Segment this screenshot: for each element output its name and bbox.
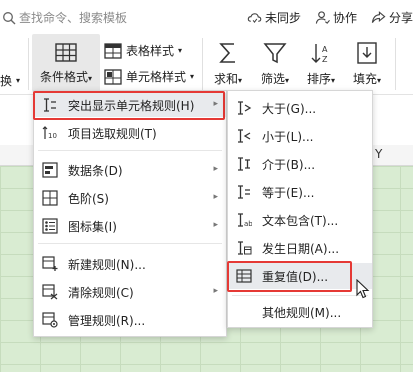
- filter-label: 筛选: [260, 72, 285, 86]
- chevron-right-icon: ▸: [213, 220, 218, 230]
- table-style-label: 表格样式: [126, 44, 175, 58]
- menu-item-new-rule[interactable]: 新建规则(N)...: [34, 252, 226, 276]
- svg-text:10: 10: [48, 132, 57, 140]
- sync-label: 未同步: [264, 11, 301, 25]
- menu-item-icon-sets[interactable]: 图标集(I) ▸: [34, 214, 226, 238]
- svg-text:Z: Z: [322, 55, 328, 64]
- top-bar: 查找命令、搜索模板 未同步 协作 分享: [0, 0, 413, 34]
- search-placeholder: 查找命令、搜索模板: [19, 11, 128, 25]
- fill-label: 填充: [352, 72, 377, 86]
- submenu-item-equal-to[interactable]: 等于(E)...: [228, 180, 372, 204]
- sync-button[interactable]: 未同步: [247, 9, 301, 26]
- ribbon-toolbar: 换 ▾ 条件格式▾ 表格样式 ▾ 单元格样式 ▾ 求和▾ 筛选▾ A Z 排序▾…: [0, 34, 413, 95]
- ribbon-divider: [202, 38, 203, 90]
- sum-button[interactable]: 求和▾: [208, 40, 248, 87]
- manage-rules-icon: [42, 312, 58, 328]
- table-grid-icon: [55, 43, 77, 62]
- conditional-format-label: 条件格式: [39, 70, 88, 84]
- cell-style-icon: [104, 68, 122, 85]
- ribbon-divider: [28, 38, 29, 90]
- cell-style-button[interactable]: 单元格样式 ▾: [104, 68, 194, 85]
- column-header-y[interactable]: Y: [375, 147, 382, 161]
- user-collab-icon: [315, 11, 330, 24]
- sort-button[interactable]: A Z 排序▾: [300, 40, 342, 87]
- between-icon: [238, 157, 250, 171]
- equal-to-icon: [238, 185, 250, 199]
- greater-than-icon: [238, 101, 252, 115]
- menu-item-top-bottom-rules[interactable]: 10 项目选取规则(T): [34, 121, 226, 145]
- icon-sets-icon: [42, 218, 58, 234]
- sort-az-icon: A Z: [311, 44, 328, 64]
- filter-button[interactable]: 筛选▾: [254, 40, 296, 87]
- mouse-pointer-icon: [356, 279, 370, 299]
- sigma-icon: [219, 43, 235, 63]
- menu-item-color-scales[interactable]: 色阶(S) ▸: [34, 186, 226, 210]
- ribbon-divider: [395, 38, 396, 90]
- data-bars-icon: [42, 162, 58, 178]
- less-than-icon: [238, 129, 251, 143]
- date-occurring-icon: [238, 241, 252, 255]
- share-icon: [371, 11, 386, 23]
- submenu-item-date-occurring[interactable]: 发生日期(A)...: [228, 236, 372, 260]
- text-contains-icon: ab: [238, 213, 252, 228]
- conditional-format-menu: 突出显示单元格规则(H) ▸ 10 项目选取规则(T) 数据条(D) ▸ 色阶(…: [33, 90, 227, 337]
- sum-label: 求和: [213, 72, 238, 86]
- ribbon-cut-label: 换 ▾: [0, 74, 21, 88]
- collab-label: 协作: [332, 11, 357, 25]
- submenu-item-less-than[interactable]: 小于(L)...: [228, 124, 372, 148]
- share-button[interactable]: 分享: [371, 9, 413, 26]
- cell-style-label: 单元格样式: [126, 70, 187, 84]
- menu-item-manage-rules[interactable]: 管理规则(R)...: [34, 308, 226, 332]
- search-icon: [3, 11, 16, 24]
- table-style-button[interactable]: 表格样式 ▾: [104, 42, 182, 59]
- menu-item-clear-rules[interactable]: 清除规则(C) ▸: [34, 280, 226, 304]
- submenu-item-text-contains[interactable]: ab 文本包含(T)...: [228, 208, 372, 232]
- cloud-sync-icon: [247, 13, 262, 24]
- submenu-item-between[interactable]: 介于(B)...: [228, 152, 372, 176]
- collab-button[interactable]: 协作: [315, 9, 357, 26]
- sort-label: 排序: [306, 72, 331, 86]
- chevron-right-icon: ▸: [213, 286, 218, 296]
- chevron-right-icon: ▸: [213, 192, 218, 202]
- duplicate-values-icon: [236, 269, 252, 283]
- fill-button[interactable]: 填充▾: [346, 40, 388, 87]
- highlight-rules-icon: [44, 98, 56, 112]
- chevron-right-icon: ▸: [213, 99, 218, 109]
- conditional-format-button[interactable]: 条件格式▾: [32, 34, 100, 92]
- share-label: 分享: [388, 11, 413, 25]
- search-box[interactable]: 查找命令、搜索模板: [2, 9, 127, 26]
- svg-text:A: A: [322, 45, 328, 54]
- submenu-item-other-rules[interactable]: 其他规则(M)...: [228, 300, 372, 324]
- top-bottom-rules-icon: 10: [42, 126, 57, 140]
- menu-divider: [232, 295, 368, 296]
- funnel-icon: [263, 43, 287, 64]
- fill-down-icon: [357, 42, 377, 64]
- menu-divider: [38, 243, 222, 244]
- chevron-right-icon: ▸: [213, 164, 218, 174]
- menu-item-highlight-rules[interactable]: 突出显示单元格规则(H) ▸: [34, 93, 226, 117]
- submenu-item-duplicate-values[interactable]: 重复值(D)...: [228, 263, 372, 289]
- color-scales-icon: [42, 190, 58, 206]
- highlight-rules-submenu: 大于(G)... 小于(L)... 介于(B)... 等于(E)... ab 文…: [227, 90, 373, 328]
- menu-divider: [38, 150, 222, 151]
- new-rule-icon: [42, 256, 58, 271]
- svg-text:ab: ab: [244, 220, 252, 228]
- menu-item-data-bars[interactable]: 数据条(D) ▸: [34, 158, 226, 182]
- submenu-item-greater-than[interactable]: 大于(G)...: [228, 96, 372, 120]
- clear-rules-icon: [42, 284, 58, 300]
- table-style-icon: [104, 42, 122, 59]
